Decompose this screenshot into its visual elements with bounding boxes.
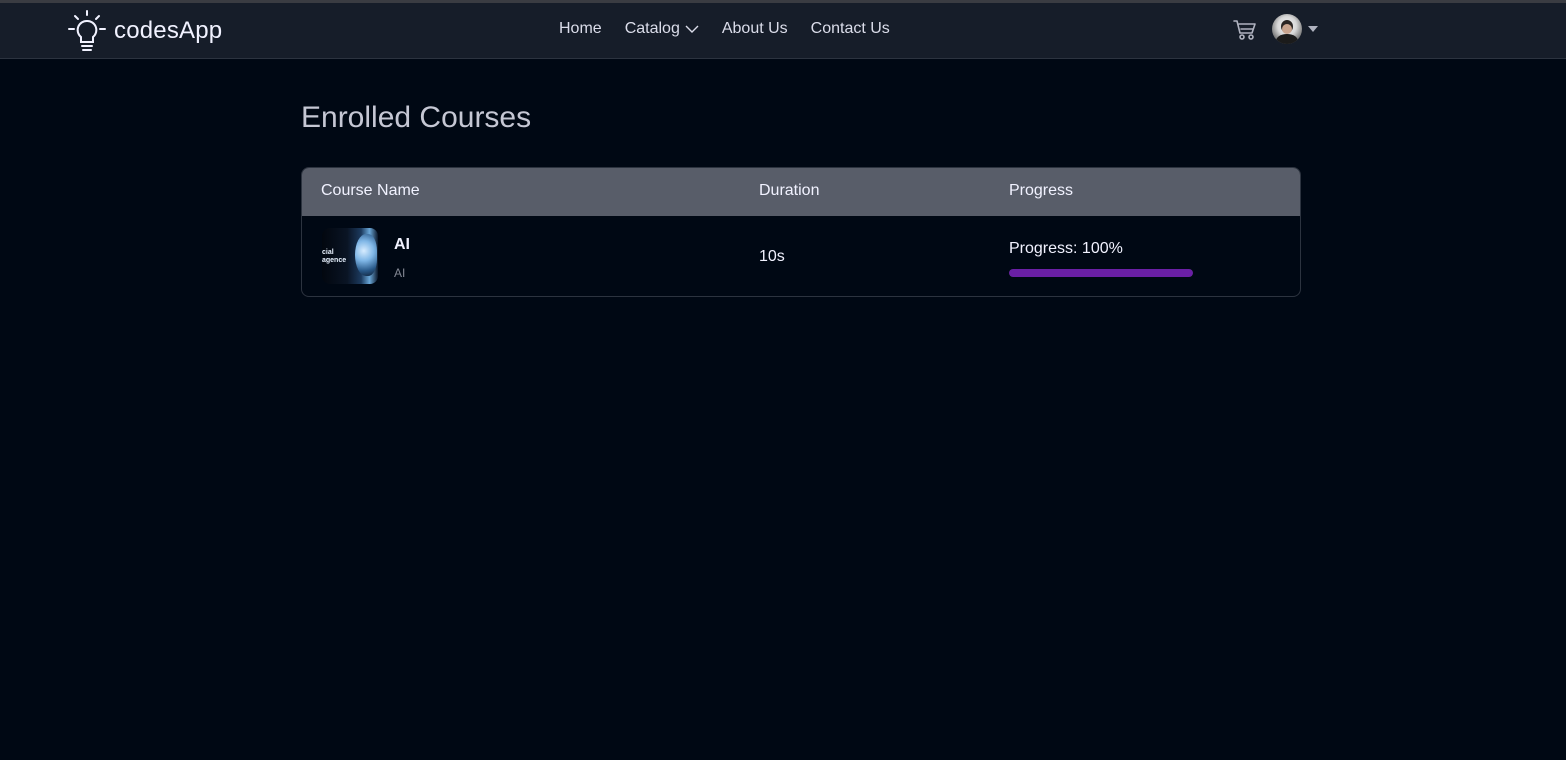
course-name[interactable]: AI [394, 236, 410, 254]
caret-down-icon [1308, 26, 1318, 32]
avatar [1272, 14, 1302, 44]
nav-home[interactable]: Home [559, 20, 602, 38]
page-title: Enrolled Courses [301, 101, 532, 134]
progress-bar [1009, 269, 1193, 277]
course-duration: 10s [759, 248, 785, 265]
course-description: AI [394, 266, 406, 280]
nav-about-us[interactable]: About Us [722, 20, 788, 38]
logo[interactable]: codesApp [66, 9, 222, 53]
chevron-down-icon [685, 25, 699, 33]
progress-label: Progress: 100% [1009, 240, 1123, 257]
profile-menu[interactable] [1272, 14, 1318, 44]
cart-button[interactable] [1233, 19, 1257, 46]
course-thumbnail[interactable]: cial agence [322, 228, 378, 284]
header-course-name: Course Name [321, 182, 420, 199]
nav-contact-us[interactable]: Contact Us [811, 20, 890, 38]
thumbnail-text: cial agence [322, 249, 347, 264]
lightbulb-logo-icon [68, 10, 106, 51]
enrolled-courses-table: Course Name Duration Progress cial agenc… [301, 167, 1301, 297]
table-header: Course Name Duration Progress [302, 168, 1300, 216]
brand-name: codesApp [114, 17, 223, 44]
table-row[interactable]: cial agence AI AI 10s Progress: 100% [302, 216, 1300, 296]
nav-catalog-label: Catalog [624, 20, 680, 37]
nav-catalog[interactable]: Catalog [625, 20, 699, 38]
progress-bar-fill [1009, 269, 1193, 277]
cart-icon [1233, 20, 1256, 40]
navbar: codesApp Home Catalog About Us Contact U… [0, 3, 1566, 59]
main-nav: Home Catalog About Us Contact Us [559, 20, 890, 38]
header-duration: Duration [759, 182, 820, 199]
header-progress: Progress [1009, 182, 1074, 199]
